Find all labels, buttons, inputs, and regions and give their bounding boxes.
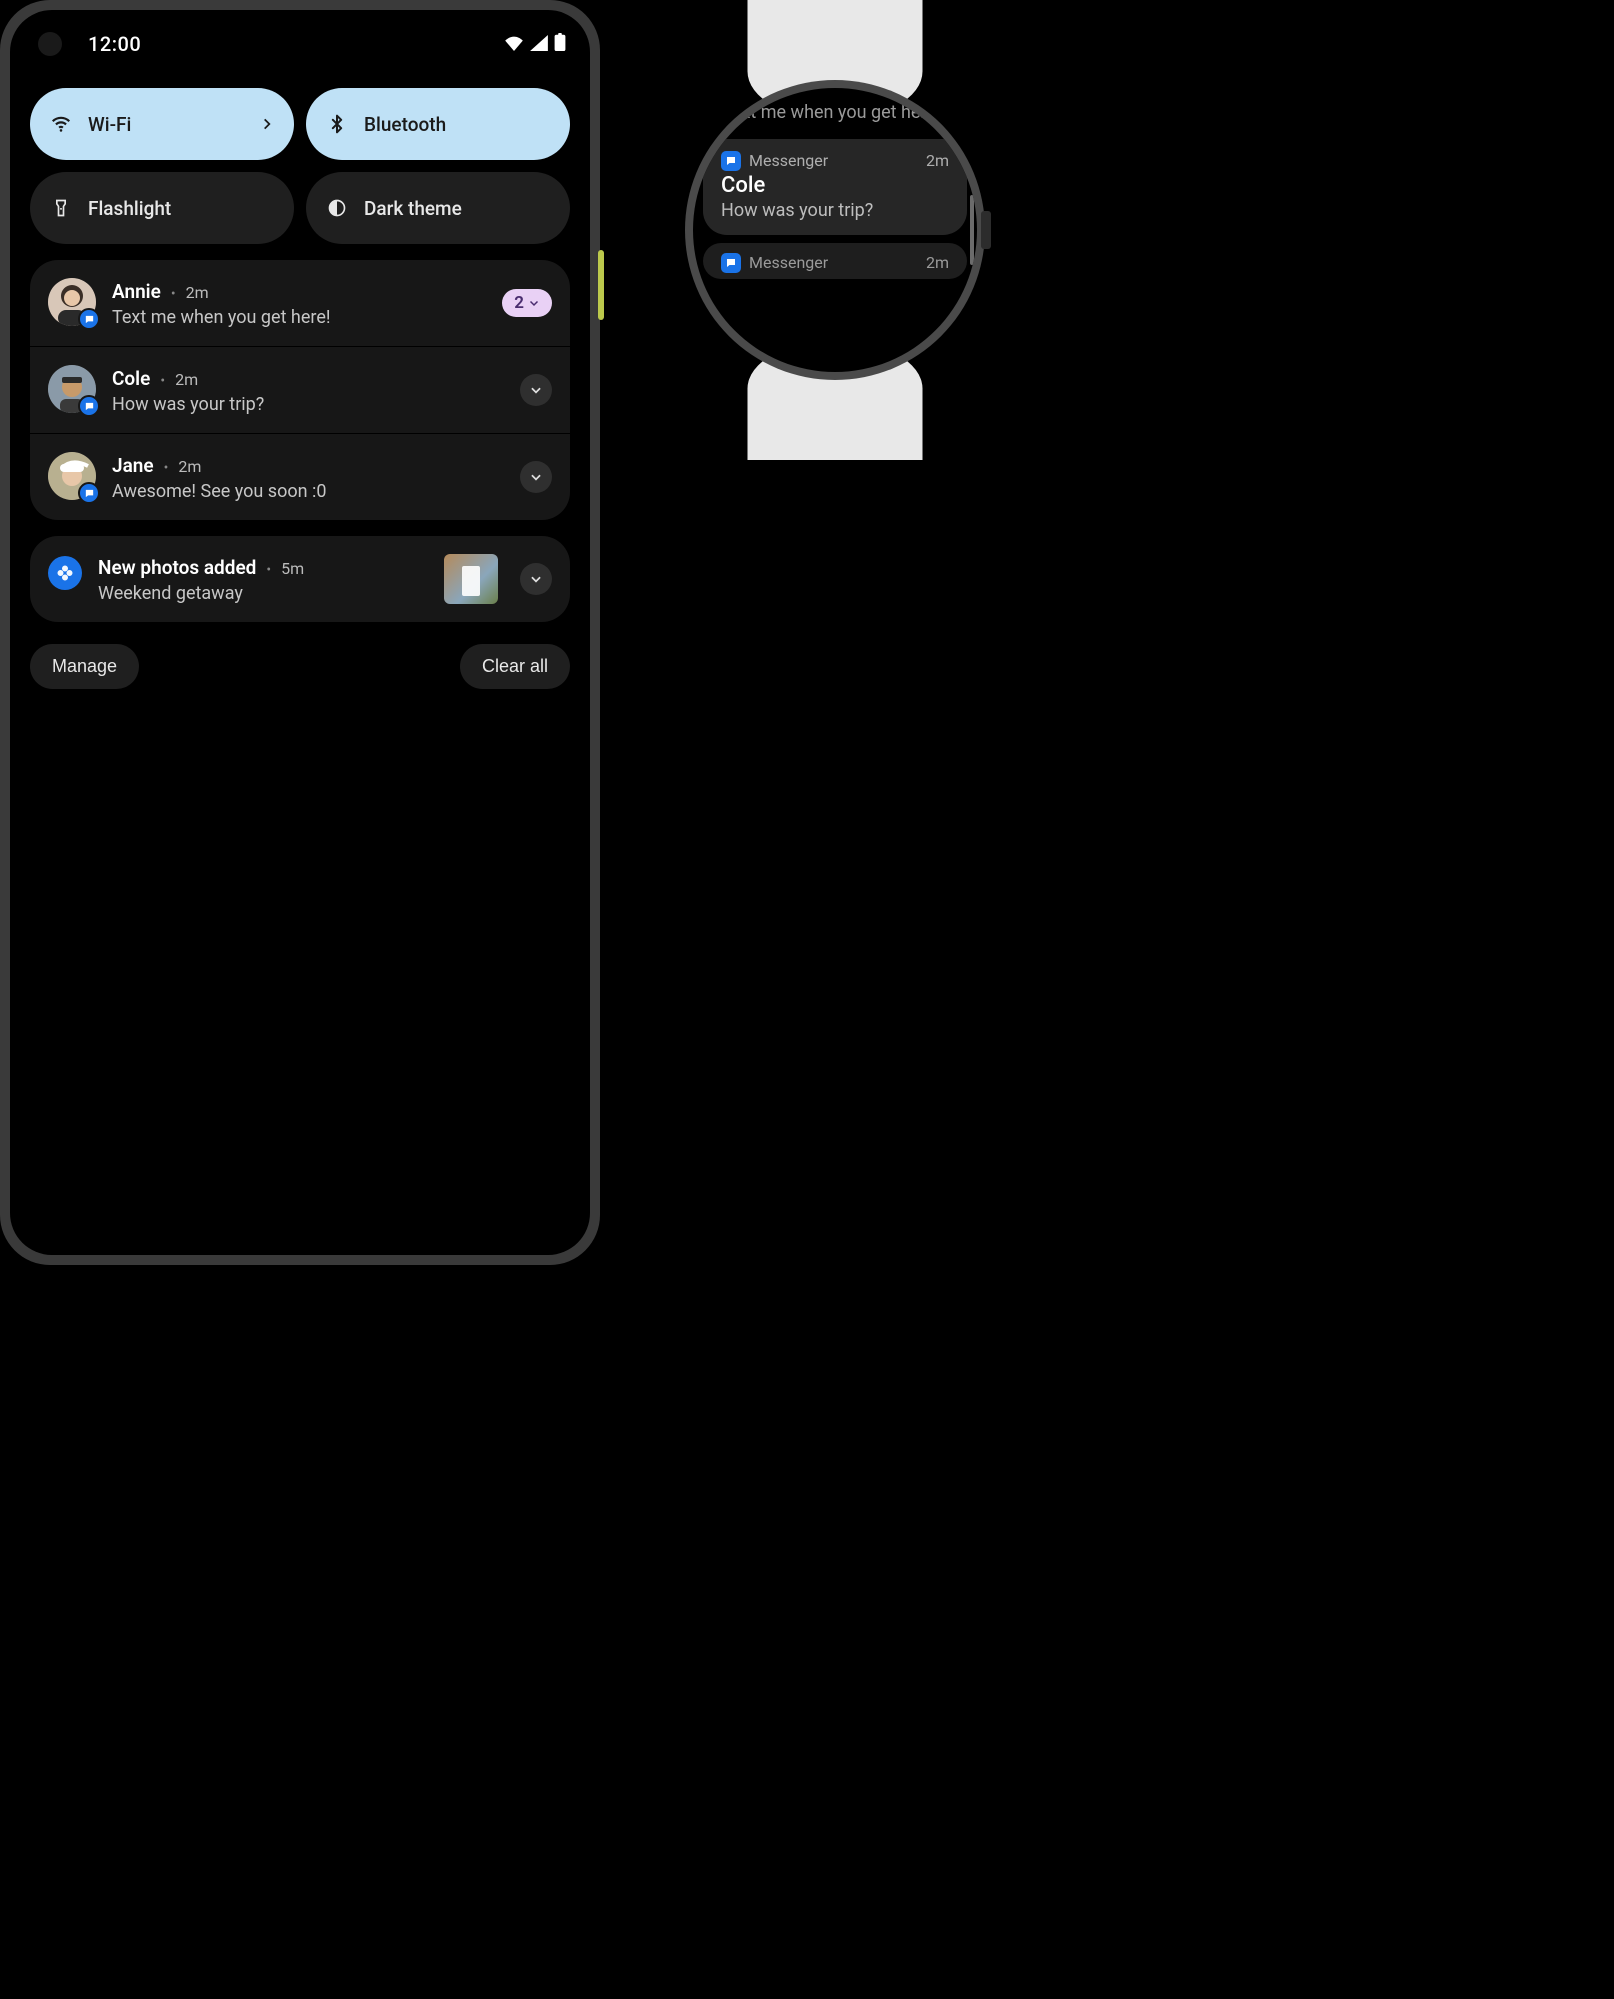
chevron-right-icon [260, 113, 274, 136]
phone-frame: 12:00 Wi-Fi [0, 0, 600, 1265]
notification-item[interactable]: Annie • 2m Text me when you get here! 2 [30, 260, 570, 346]
messages-app-badge-icon [78, 482, 100, 504]
wifi-icon [50, 113, 72, 135]
expand-button[interactable] [520, 461, 552, 493]
notification-title: New photos added [98, 556, 256, 579]
notification-time: 2m [178, 457, 201, 476]
flashlight-icon [50, 197, 72, 219]
messenger-app-icon [721, 151, 741, 171]
signal-status-icon [530, 32, 548, 56]
notification-sender: Jane [112, 454, 154, 477]
status-clock: 12:00 [88, 32, 141, 56]
photos-app-icon [48, 556, 82, 590]
qs-label: Dark theme [364, 197, 462, 220]
qs-label: Bluetooth [364, 113, 446, 136]
messenger-app-icon [721, 253, 741, 273]
notification-count-chip[interactable]: 2 [502, 289, 552, 317]
notification-subtitle: Weekend getaway [98, 583, 428, 604]
notification-group-photos: New photos added • 5m Weekend getaway [30, 536, 570, 622]
watch-notification-card[interactable]: Messenger 2m Cole How was your trip? [703, 139, 967, 235]
qs-tile-bluetooth[interactable]: Bluetooth [306, 88, 570, 160]
notification-time: 2m [175, 370, 198, 389]
qs-label: Wi-Fi [88, 113, 131, 136]
shade-actions: Manage Clear all [30, 638, 570, 689]
notification-sender: Annie [112, 280, 161, 303]
expand-button[interactable] [520, 563, 552, 595]
notification-item[interactable]: Jane • 2m Awesome! See you soon :0 [30, 433, 570, 520]
chevron-down-icon [529, 383, 543, 397]
watch-crown [981, 211, 991, 249]
notification-thumbnail [444, 554, 498, 604]
watch-notification-time: 2m [926, 151, 949, 170]
qs-tile-flashlight[interactable]: Flashlight [30, 172, 294, 244]
watch-notification-text: How was your trip? [721, 200, 949, 221]
notification-text: Text me when you get here! [112, 307, 486, 328]
notification-item[interactable]: New photos added • 5m Weekend getaway [30, 536, 570, 622]
watch-frame: …xt me when you get here! Messenger 2m C… [660, 0, 1010, 460]
watch-app-name: Messenger [749, 253, 828, 272]
notification-text: Awesome! See you soon :0 [112, 481, 504, 502]
phone-power-button [598, 250, 604, 320]
watch-scroll-indicator [970, 195, 974, 265]
notification-shade: Annie • 2m Text me when you get here! 2 [10, 260, 590, 689]
notification-time: 2m [186, 283, 209, 302]
messages-app-badge-icon [78, 395, 100, 417]
status-bar: 12:00 [10, 10, 590, 66]
status-icons [504, 32, 566, 56]
quick-settings-grid: Wi-Fi Bluetooth Flashlight [10, 66, 590, 260]
clear-all-button[interactable]: Clear all [460, 644, 570, 689]
watch-notification-sender: Cole [721, 173, 949, 198]
notification-sender: Cole [112, 367, 150, 390]
phone-screen: 12:00 Wi-Fi [10, 10, 590, 1255]
qs-label: Flashlight [88, 197, 171, 220]
notification-item[interactable]: Cole • 2m How was your trip? [30, 346, 570, 433]
qs-tile-wifi[interactable]: Wi-Fi [30, 88, 294, 160]
watch-screen: …xt me when you get here! Messenger 2m C… [693, 88, 977, 372]
watch-next-notification[interactable]: Messenger 2m [703, 243, 967, 279]
manage-button[interactable]: Manage [30, 644, 139, 689]
dark-theme-icon [326, 197, 348, 219]
notification-group-messages: Annie • 2m Text me when you get here! 2 [30, 260, 570, 520]
chevron-down-icon [529, 470, 543, 484]
battery-status-icon [554, 32, 566, 56]
bluetooth-icon [326, 113, 348, 135]
notification-text: How was your trip? [112, 394, 504, 415]
messages-app-badge-icon [78, 308, 100, 330]
watch-prev-notification[interactable]: …xt me when you get here! [703, 88, 967, 133]
expand-button[interactable] [520, 374, 552, 406]
chevron-down-icon [528, 297, 540, 309]
watch-case: …xt me when you get here! Messenger 2m C… [685, 80, 985, 380]
notification-time: 5m [281, 559, 304, 578]
qs-tile-dark-theme[interactable]: Dark theme [306, 172, 570, 244]
watch-notification-time: 2m [926, 253, 949, 272]
wifi-status-icon [504, 32, 524, 56]
watch-app-name: Messenger [749, 151, 828, 170]
chevron-down-icon [529, 572, 543, 586]
front-camera [38, 32, 62, 56]
